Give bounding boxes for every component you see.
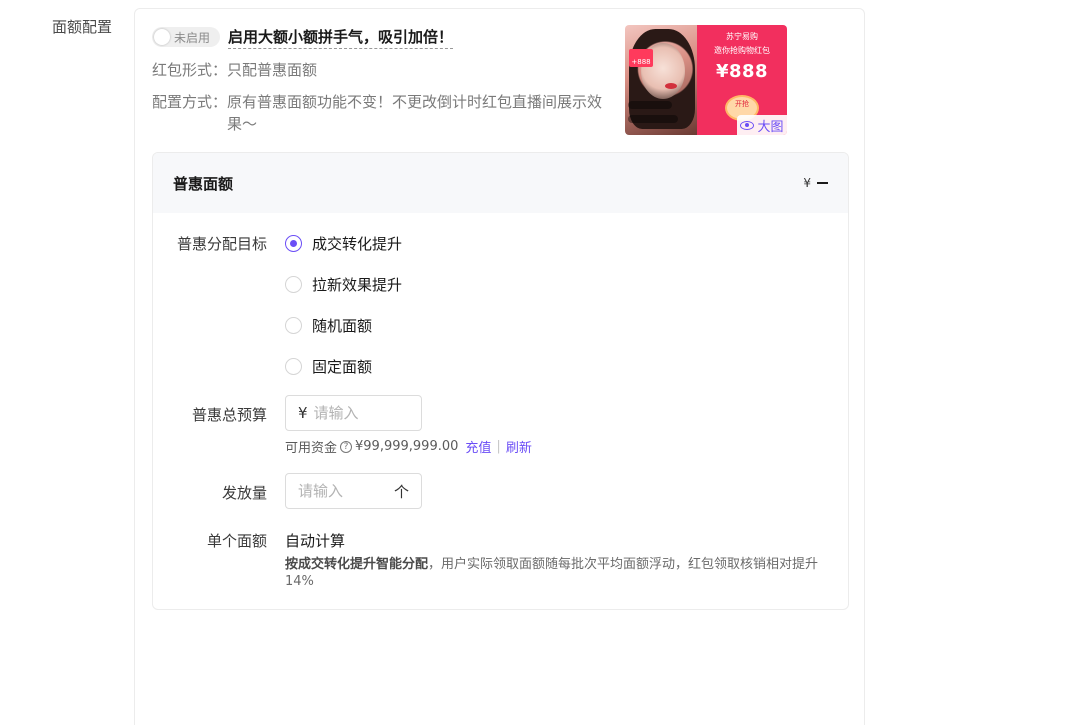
funds-amount: ¥99,999,999.00	[355, 439, 459, 454]
preview-amount: ¥888	[715, 61, 769, 82]
eye-icon	[740, 120, 755, 130]
budget-input[interactable]	[313, 404, 394, 422]
preview-live-photo: +888	[625, 25, 697, 135]
toggle-knob	[154, 29, 170, 45]
chat-bubble	[628, 101, 672, 109]
quantity-unit: 个	[393, 482, 409, 501]
packet-form-key: 红包形式：	[152, 61, 228, 79]
radio-checked-icon[interactable]	[285, 235, 302, 252]
config-method-key: 配置方式：	[152, 93, 228, 111]
radio-label: 固定面额	[312, 358, 373, 376]
quantity-label: 发放量	[221, 484, 267, 502]
photo-tag: +888	[629, 49, 653, 67]
preview-invite: 邀你抢购物红包	[714, 46, 770, 55]
radio-option-fixed[interactable]: 固定面额	[285, 356, 372, 377]
radio-icon[interactable]	[285, 317, 302, 334]
radio-option-conversion[interactable]: 成交转化提升	[285, 233, 402, 254]
funds-label: 可用资金	[285, 441, 338, 456]
inclusive-card-title: 普惠面额	[173, 174, 234, 193]
radio-icon[interactable]	[285, 358, 302, 375]
radio-icon[interactable]	[285, 276, 302, 293]
coin-text: 开抢	[735, 100, 749, 108]
packet-form-value: 只配普惠面额	[227, 61, 318, 79]
quantity-input-box[interactable]: 个	[285, 473, 422, 509]
preview-image[interactable]: +888 苏宁易购 邀你抢购物红包 ¥888 开抢 大图	[625, 25, 787, 135]
preview-brand: 苏宁易购	[726, 32, 758, 41]
chat-bubble	[628, 115, 678, 123]
description-bold: 按成交转化提升智能分配	[285, 557, 429, 572]
radio-label: 拉新效果提升	[312, 276, 403, 294]
toggle-label: 未启用	[174, 30, 211, 45]
packet-form-line: 红包形式：只配普惠面额	[152, 59, 317, 81]
single-amount-value: 自动计算	[285, 532, 346, 550]
budget-currency: ¥	[298, 404, 308, 422]
link-divider: |	[496, 439, 501, 454]
section-label: 面额配置	[52, 18, 113, 36]
radio-option-acquisition[interactable]: 拉新效果提升	[285, 274, 402, 295]
config-method-line: 配置方式： 原有普惠面额功能不变！不更改倒计时红包直播间展示效果～	[152, 91, 612, 135]
currency-mark: ¥	[803, 176, 811, 190]
enable-toggle[interactable]: 未启用	[152, 27, 220, 47]
toggle-row: 未启用 启用大额小额拼手气，吸引加倍！	[152, 26, 454, 49]
view-large-label: 大图	[757, 119, 784, 135]
quantity-input[interactable]	[298, 482, 378, 500]
target-label: 普惠分配目标	[176, 235, 267, 253]
minus-icon[interactable]	[817, 182, 828, 184]
inclusive-card-header[interactable]: 普惠面额 ¥	[153, 153, 848, 213]
single-amount-label: 单个面额	[206, 532, 267, 550]
config-method-value: 原有普惠面额功能不变！不更改倒计时红包直播间展示效果～	[227, 93, 603, 133]
radio-label: 成交转化提升	[312, 235, 403, 253]
budget-input-box[interactable]: ¥	[285, 395, 422, 431]
budget-label: 普惠总预算	[191, 406, 267, 424]
view-large-button[interactable]: 大图	[737, 115, 787, 135]
refresh-link[interactable]: 刷新	[506, 437, 532, 456]
help-icon[interactable]: ?	[340, 440, 353, 453]
available-funds: 可用资金 ? ¥99,999,999.00 充值 | 刷新	[285, 437, 532, 456]
radio-label: 随机面额	[312, 317, 373, 335]
radio-option-random[interactable]: 随机面额	[285, 315, 372, 336]
recharge-link[interactable]: 充值	[465, 437, 491, 456]
card-header-actions: ¥	[803, 176, 828, 190]
allocation-description: 按成交转化提升智能分配，用户实际领取面额随每批次平均面额浮动，红包领取核销相对提…	[285, 556, 825, 590]
feature-headline: 启用大额小额拼手气，吸引加倍！	[228, 26, 454, 49]
photo-lips	[665, 83, 677, 89]
